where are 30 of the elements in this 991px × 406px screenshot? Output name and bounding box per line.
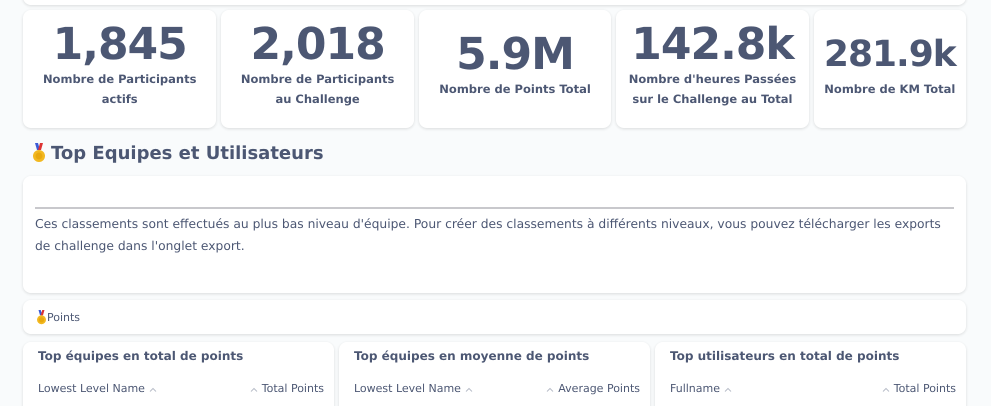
sort-icon[interactable] xyxy=(250,386,258,392)
stat-value: 2,018 xyxy=(250,21,385,69)
table-title: Top équipes en moyenne de points xyxy=(354,348,590,364)
stat-label: Nombre de Participants actifs xyxy=(42,71,198,108)
stat-label: Nombre d'heures Passées sur le Challenge au Total xyxy=(628,71,798,108)
sort-icon[interactable] xyxy=(464,386,473,392)
sort-icon[interactable] xyxy=(546,386,554,392)
section-title: Top Equipes et Utilisateurs xyxy=(51,142,324,164)
column-header[interactable]: Fullname xyxy=(670,381,732,397)
column-header[interactable]: Total Points xyxy=(882,381,956,397)
column-header[interactable]: Average Points xyxy=(546,381,640,397)
table-title: Top utilisateurs en total de points xyxy=(670,348,900,364)
sort-icon[interactable] xyxy=(882,386,890,392)
stat-value: 281.9k xyxy=(824,33,956,77)
sort-icon[interactable] xyxy=(724,386,732,392)
stat-value: 5.9M xyxy=(456,31,574,79)
column-header[interactable]: Lowest Level Name xyxy=(354,381,473,397)
column-header[interactable]: Total Points xyxy=(250,381,324,397)
description-text: Ces classements sont effectués au plus bas niveau d'équipe. Pour créer des classements à différents niveaux, vous pouvez télécharger les exports de challenge dans l'onglet export. xyxy=(35,216,942,255)
stat-label: Nombre de Points Total xyxy=(439,81,591,98)
column-header[interactable]: Lowest Level Name xyxy=(38,381,157,397)
stat-label: Nombre de KM Total xyxy=(824,81,956,98)
stat-value: 142.8k xyxy=(631,21,794,69)
stat-label: Nombre de Participants au Challenge xyxy=(240,71,396,108)
sort-icon[interactable] xyxy=(148,386,157,392)
medal-icon xyxy=(33,143,45,163)
stat-value: 1,845 xyxy=(52,21,187,69)
medal-icon xyxy=(37,310,46,324)
table-title: Top équipes en total de points xyxy=(38,348,244,364)
points-tab[interactable]: Points xyxy=(23,300,966,334)
